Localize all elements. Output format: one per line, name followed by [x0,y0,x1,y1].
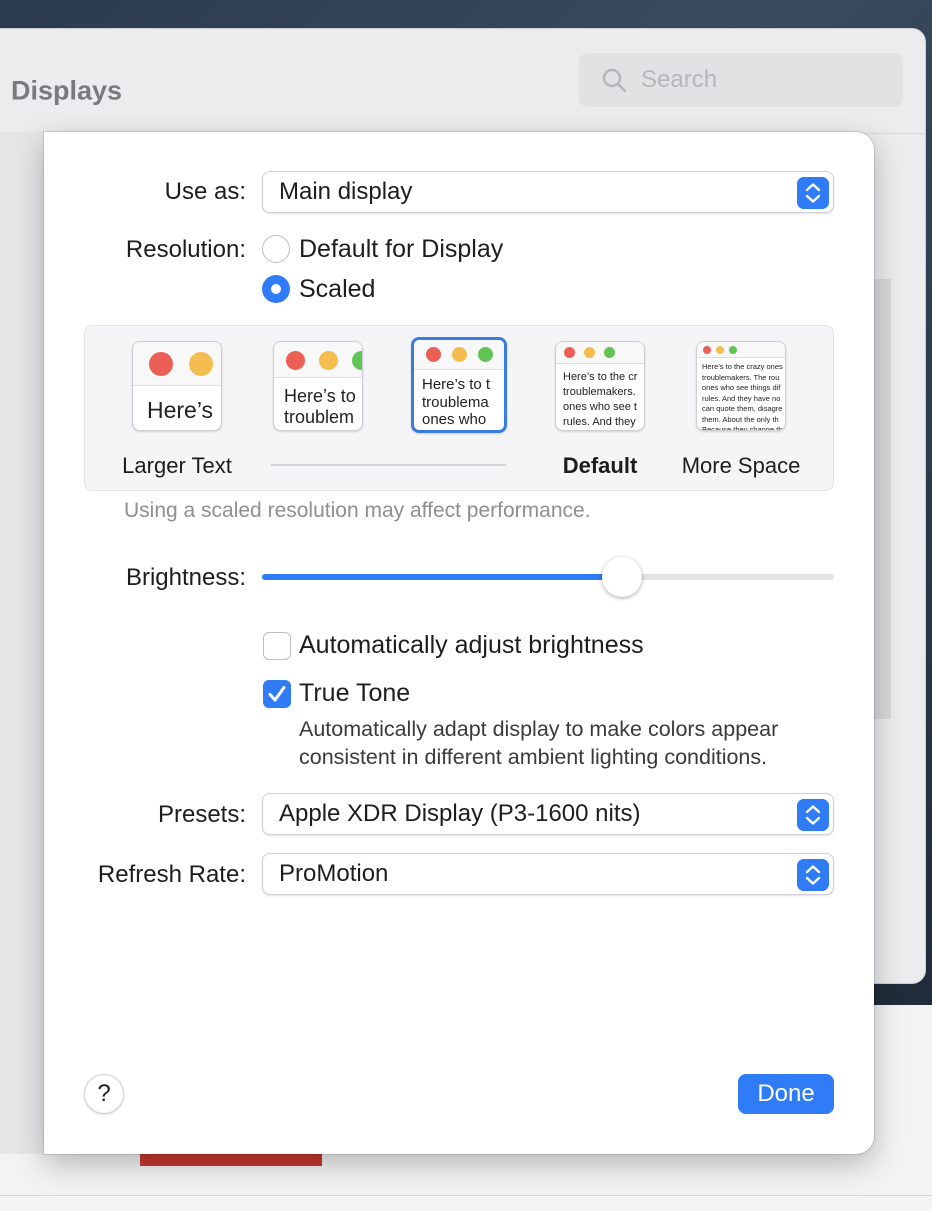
brightness-label: Brightness: [125,564,246,591]
brightness-slider-thumb[interactable] [602,557,643,597]
refresh-rate-popup[interactable]: ProMotion [262,853,834,895]
refresh-rate-value: ProMotion [279,860,389,887]
true-tone-checkbox[interactable] [263,680,291,708]
presets-value: Apple XDR Display (P3-1600 nits) [279,800,641,827]
window-title: Displays [11,75,123,106]
brightness-slider-fill [262,574,623,580]
close-dot-icon [426,347,441,362]
radio-default-for-display[interactable] [262,235,290,263]
zoom-dot-icon [478,347,493,362]
true-tone-description-line2: consistent in different ambient lighting… [299,745,768,769]
resolution-label: Resolution: [125,236,246,263]
resolution-thumb-2[interactable]: Here’s to troublem [273,341,363,431]
zoom-dot-icon [729,346,737,354]
default-for-display-label: Default for Display [299,235,504,263]
true-tone-description: Automatically adapt display to make colo… [299,715,778,771]
display-settings-sheet: Use as: Main display Resolution: Default… [44,132,874,1154]
minimize-dot-icon [584,347,595,358]
auto-brightness-checkbox[interactable] [263,632,291,660]
refresh-rate-label: Refresh Rate: [97,861,246,888]
scaled-performance-note: Using a scaled resolution may affect per… [124,499,591,522]
search-field[interactable]: Search [579,53,903,107]
brightness-slider[interactable] [262,557,834,597]
done-button[interactable]: Done [738,1074,834,1114]
minimize-dot-icon [716,346,724,354]
background-divider [0,1195,932,1196]
radio-scaled[interactable] [262,275,290,303]
help-button[interactable]: ? [84,1074,124,1114]
scaled-label: Scaled [299,275,376,303]
zoom-dot-icon [604,347,615,358]
chevron-updown-icon [797,859,829,891]
presets-popup[interactable]: Apple XDR Display (P3-1600 nits) [262,793,834,835]
chevron-updown-icon [797,799,829,831]
more-space-label: More Space [681,453,801,478]
presets-label: Presets: [157,801,246,828]
sheet-left-backdrop [0,132,44,1154]
close-dot-icon [149,352,173,376]
larger-text-label: Larger Text [122,453,232,478]
resolution-options: Here’s Here’s to troublem Here’s to t tr… [84,325,834,491]
close-dot-icon [564,347,575,358]
checkmark-icon [268,686,286,702]
thumb-sample-text: Here’s to the crazy ones troublemakers. … [702,362,783,431]
thumb-sample-text: Here’s to the cr troublemakers. ones who… [563,371,638,428]
minimize-dot-icon [452,347,467,362]
use-as-popup[interactable]: Main display [262,171,834,213]
true-tone-description-line1: Automatically adapt display to make colo… [299,717,779,741]
thumb-sample-text: Here’s to troublem [284,386,356,428]
resolution-thumb-3-selected[interactable]: Here’s to t troublema ones who [411,337,507,433]
resolution-thumb-more-space[interactable]: Here’s to the crazy ones troublemakers. … [696,341,786,431]
use-as-value: Main display [279,178,413,205]
search-icon [602,68,627,93]
close-dot-icon [703,346,711,354]
minimize-dot-icon [189,352,213,376]
scale-range-line [271,464,506,466]
true-tone-label: True Tone [299,679,411,707]
thumb-sample-text: Here’s [147,397,214,423]
search-placeholder: Search [641,66,718,93]
auto-brightness-label: Automatically adjust brightness [299,631,644,659]
resolution-thumb-default[interactable]: Here’s to the cr troublemakers. ones who… [555,341,645,431]
default-label: Default [562,453,638,478]
use-as-label: Use as: [164,178,246,205]
close-dot-icon [286,351,305,370]
minimize-dot-icon [319,351,338,370]
chevron-updown-icon [797,177,829,209]
resolution-thumb-larger-text[interactable]: Here’s [132,341,222,431]
thumb-sample-text: Here’s to t troublema ones who [422,376,491,429]
